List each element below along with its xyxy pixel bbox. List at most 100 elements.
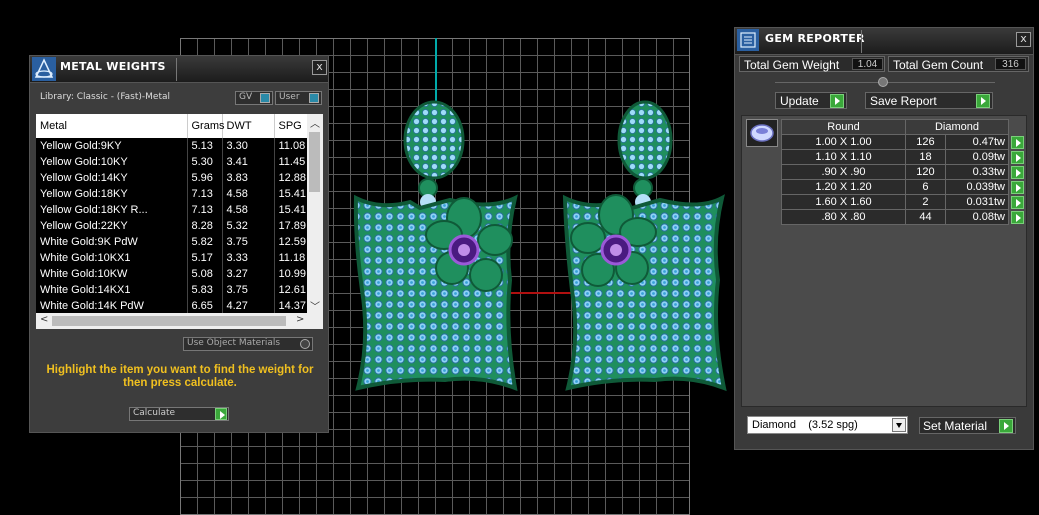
scroll-up-icon[interactable]: ︿: [310, 115, 320, 130]
title-tab-divider: [176, 58, 177, 81]
material-dropdown-value: Diamond (3.52 spg): [752, 419, 858, 431]
gem-row-button[interactable]: [1009, 180, 1025, 195]
material-header: Diamond: [905, 119, 1009, 135]
metal-row[interactable]: White Gold:10KX1 5.17 3.33 11.18: [36, 250, 307, 266]
gem-reporter-icon: [737, 29, 759, 51]
gem-weight-cell: 0.09tw: [944, 149, 1010, 165]
metal-cell: 3.75: [222, 282, 275, 298]
total-gem-weight-field: Total Gem Weight 1.04: [739, 56, 885, 72]
material-dropdown[interactable]: Diamond (3.52 spg): [747, 416, 908, 434]
gv-toggle[interactable]: GV: [235, 91, 273, 105]
set-material-button[interactable]: Set Material: [919, 417, 1016, 434]
total-gem-weight-label: Total Gem Weight: [744, 58, 840, 72]
right-earring: [562, 100, 727, 392]
metal-cell: 4.58: [222, 186, 275, 202]
total-gem-count-label: Total Gem Count: [893, 58, 984, 72]
earring-model[interactable]: [340, 90, 730, 395]
header-spacer: [1009, 120, 1025, 135]
metal-column-header[interactable]: Metal: [36, 114, 188, 138]
metal-cell: White Gold:14KX1: [36, 282, 188, 298]
metal-row[interactable]: Yellow Gold:9KY 5.13 3.30 11.08: [36, 138, 307, 154]
gem-size-cell: 1.60 X 1.60: [781, 194, 906, 210]
save-report-label: Save Report: [870, 94, 937, 108]
metal-cell: Yellow Gold:18KY R...: [36, 202, 188, 218]
metal-row[interactable]: Yellow Gold:18KY 7.13 4.58 15.41: [36, 186, 307, 202]
metal-cell: 5.30: [187, 154, 223, 170]
play-arrow-icon: [1010, 165, 1024, 179]
scroll-left-icon[interactable]: <: [40, 314, 48, 325]
metal-cell: 14.37: [274, 298, 307, 313]
user-toggle[interactable]: User: [275, 91, 322, 105]
metal-cell: White Gold:14K PdW: [36, 298, 188, 313]
gem-row-button[interactable]: [1009, 150, 1025, 165]
metal-cell: 3.27: [222, 266, 275, 282]
use-object-materials-toggle[interactable]: Use Object Materials: [183, 337, 313, 351]
close-icon[interactable]: x: [312, 60, 327, 75]
metal-row[interactable]: White Gold:14K PdW 6.65 4.27 14.37: [36, 298, 307, 313]
use-object-materials-label: Use Object Materials: [187, 338, 281, 348]
gem-row[interactable]: .90 X .90 120 0.33tw: [781, 164, 1025, 180]
metal-weights-title: METAL WEIGHTS: [60, 60, 166, 73]
gem-count-cell: 44: [905, 209, 946, 225]
metal-cell: 5.83: [187, 282, 223, 298]
metal-table-horizontal-scrollbar[interactable]: < >: [36, 313, 323, 329]
radio-icon: [300, 339, 310, 349]
gem-size-cell: 1.10 X 1.10: [781, 149, 906, 165]
gem-table: Round Diamond 1.00 X 1.00 126 0.47tw 1.10 X…: [781, 119, 1025, 225]
total-gem-count-value: 316: [995, 58, 1026, 70]
metal-row[interactable]: White Gold:10KW 5.08 3.27 10.99: [36, 266, 307, 282]
update-button[interactable]: Update: [775, 92, 847, 109]
round-gem-icon: [746, 119, 778, 147]
metal-cell: 3.30: [222, 138, 275, 154]
metal-row[interactable]: White Gold:9K PdW 5.82 3.75 12.59: [36, 234, 307, 250]
metal-row[interactable]: Yellow Gold:18KY R... 7.13 4.58 15.41: [36, 202, 307, 218]
chevron-down-icon[interactable]: [892, 418, 906, 432]
splitter-handle[interactable]: [878, 77, 888, 87]
metal-cell: 5.13: [187, 138, 223, 154]
gem-reporter-title: GEM REPORTER: [765, 32, 865, 45]
metal-row[interactable]: Yellow Gold:10KY 5.30 3.41 11.45: [36, 154, 307, 170]
instruction-text: Highlight the item you want to find the …: [46, 364, 314, 389]
gem-row[interactable]: .80 X .80 44 0.08tw: [781, 209, 1025, 225]
metal-cell: Yellow Gold:22KY: [36, 218, 188, 234]
gem-row[interactable]: 1.00 X 1.00 126 0.47tw: [781, 134, 1025, 150]
metal-table-container: Metal Grams DWT SPG Yellow Gold:9KY 5.13 3.30…: [36, 114, 323, 329]
metal-cell: 5.08: [187, 266, 223, 282]
metal-column-header[interactable]: SPG: [274, 114, 307, 138]
gem-row[interactable]: 1.10 X 1.10 18 0.09tw: [781, 149, 1025, 165]
metal-column-header[interactable]: Grams: [187, 114, 225, 138]
metal-cell: 5.32: [222, 218, 275, 234]
gem-count-cell: 6: [905, 179, 946, 195]
play-arrow-icon: [1010, 135, 1024, 149]
play-arrow-icon: [1010, 150, 1024, 164]
metal-cell: 4.27: [222, 298, 275, 313]
save-report-button[interactable]: Save Report: [865, 92, 993, 109]
metal-row[interactable]: Yellow Gold:22KY 8.28 5.32 17.89: [36, 218, 307, 234]
metal-column-header[interactable]: DWT: [222, 114, 275, 138]
metal-row[interactable]: Yellow Gold:14KY 5.96 3.83 12.88: [36, 170, 307, 186]
gem-row-button[interactable]: [1009, 210, 1025, 225]
left-earring: [353, 100, 518, 392]
scroll-right-icon[interactable]: >: [296, 314, 304, 325]
metal-weights-title-bar[interactable]: METAL WEIGHTS x: [30, 56, 328, 83]
metal-table-vertical-scrollbar[interactable]: ︿ ﹀: [307, 114, 323, 313]
close-icon[interactable]: x: [1016, 32, 1031, 47]
gem-row[interactable]: 1.60 X 1.60 2 0.031tw: [781, 194, 1025, 210]
gem-row[interactable]: 1.20 X 1.20 6 0.039tw: [781, 179, 1025, 195]
gem-count-cell: 120: [905, 164, 946, 180]
toggle-indicator-icon: [309, 93, 319, 103]
gem-row-button[interactable]: [1009, 165, 1025, 180]
scroll-thumb[interactable]: [309, 132, 320, 192]
gem-count-cell: 2: [905, 194, 946, 210]
metal-cell: 5.17: [187, 250, 223, 266]
metal-table-header: Metal Grams DWT SPG: [36, 114, 307, 138]
calculate-button[interactable]: Calculate: [129, 407, 229, 421]
scroll-thumb[interactable]: [52, 316, 286, 326]
gem-reporter-title-bar[interactable]: GEM REPORTER x: [735, 28, 1033, 55]
metal-row[interactable]: White Gold:14KX1 5.83 3.75 12.61: [36, 282, 307, 298]
scroll-down-icon[interactable]: ﹀: [310, 298, 320, 313]
gem-row-button[interactable]: [1009, 135, 1025, 150]
gem-weight-cell: 0.47tw: [944, 134, 1010, 150]
gem-row-button[interactable]: [1009, 195, 1025, 210]
metal-cell: 11.45: [274, 154, 307, 170]
